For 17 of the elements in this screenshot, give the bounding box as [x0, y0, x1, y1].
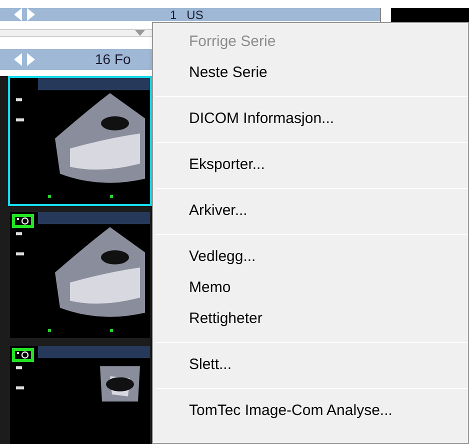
next-icon[interactable] — [27, 53, 35, 66]
previous-icon[interactable] — [14, 53, 22, 66]
menu-item[interactable]: Arkiver... — [153, 196, 468, 227]
menu-item[interactable]: Eksporter... — [153, 150, 468, 181]
menu-item[interactable]: Slett... — [153, 350, 468, 381]
series-label: 1 US — [170, 9, 204, 21]
dropdown-field[interactable] — [0, 29, 155, 37]
menu-item[interactable]: Vedlegg... — [153, 242, 468, 273]
menu-item[interactable]: Neste Serie — [153, 58, 468, 89]
menu-item[interactable]: TomTec Image-Com Analyse... — [153, 396, 468, 427]
menu-item[interactable]: DICOM Informasjon... — [153, 104, 468, 135]
menu-item[interactable]: Rettigheter — [153, 304, 468, 335]
caret-icon — [135, 30, 145, 36]
menu-item[interactable]: Memo — [153, 273, 468, 304]
previous-icon[interactable] — [14, 8, 22, 21]
next-icon[interactable] — [27, 8, 35, 21]
study-label: 16 Fo — [95, 50, 131, 69]
